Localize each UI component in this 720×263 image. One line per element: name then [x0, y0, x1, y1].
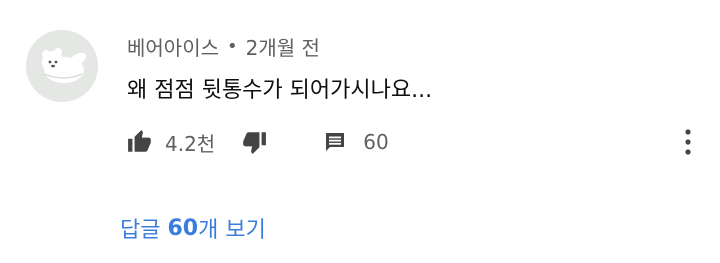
comment-text: 왜 점점 뒷통수가 되어가시나요... [127, 78, 433, 103]
like-count: 4.2천 [165, 131, 216, 156]
more-vertical-icon [685, 129, 691, 155]
dislike-button[interactable] [241, 129, 267, 155]
like-button[interactable]: 4.2천 [127, 128, 215, 157]
reply-button[interactable]: 60 [323, 130, 389, 154]
comment-meta: 베어아이스 • 2개월 전 [127, 32, 320, 60]
view-replies-suffix: 개 보기 [198, 218, 266, 243]
view-replies-count: 60 [167, 215, 199, 241]
author-name[interactable]: 베어아이스 [127, 32, 219, 61]
view-replies-prefix: 답글 [120, 218, 161, 243]
comment-time: 2개월 전 [245, 35, 320, 60]
meta-separator: • [227, 35, 238, 57]
comment-item: 베어아이스 • 2개월 전 왜 점점 뒷통수가 되어가시나요... 4.2천 6… [0, 0, 720, 263]
thumbs-down-icon [243, 132, 267, 154]
bear-avatar-image [26, 30, 98, 102]
more-options-button[interactable] [676, 126, 700, 158]
avatar[interactable] [26, 30, 98, 102]
reply-count: 60 [363, 130, 389, 154]
view-replies-link[interactable]: 답글 60 개 보기 [120, 212, 266, 244]
comment-icon [326, 133, 345, 151]
thumbs-up-icon [128, 130, 151, 152]
comment-actions: 4.2천 60 [127, 122, 389, 162]
